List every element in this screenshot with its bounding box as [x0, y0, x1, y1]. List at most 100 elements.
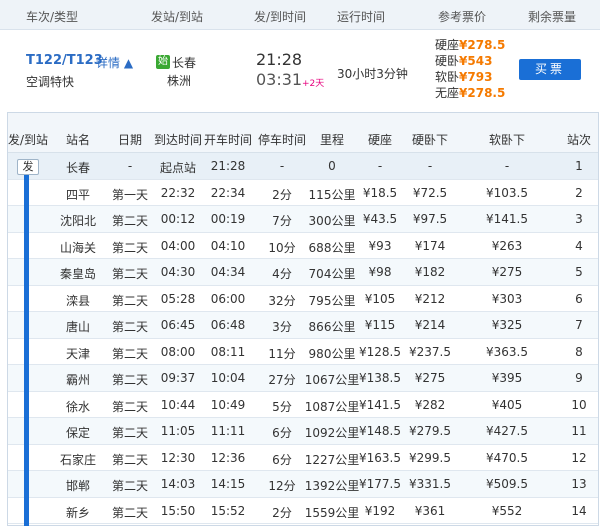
- train-detail-toggle[interactable]: 详情 ▲: [96, 54, 133, 71]
- stop-date: 第二天: [111, 214, 149, 228]
- stop-order: 11: [571, 424, 587, 438]
- stop-station: 唐山: [65, 320, 91, 334]
- header-train-type: 车次/类型: [26, 10, 79, 24]
- stop-hard-sleeper-fare: -: [427, 159, 433, 173]
- stop-station: 徐水: [65, 399, 91, 414]
- fare-label: 硬卧: [435, 54, 460, 68]
- stop-hard-seat-fare: ¥105: [364, 291, 396, 306]
- table-row: 保定 第二天 11:05 11:11 6分 1092公里 ¥148.5 ¥279.5 ¥427.…: [8, 418, 598, 445]
- table-row: 长春 - 起点站 21:28 - 0 - - - 1: [8, 153, 598, 180]
- fare-item: 硬座¥278.5: [435, 37, 505, 53]
- table-row: 秦皇岛 第二天 04:30 04:34 4分 704公里 ¥98 ¥182 ¥275 5: [8, 259, 598, 286]
- stop-hard-seat-fare: ¥141.5: [359, 397, 401, 412]
- col-distance: 里程: [319, 133, 345, 147]
- stop-hard-sleeper-fare: ¥212: [414, 291, 446, 306]
- table-row: 徐水 第二天 10:44 10:49 5分 1087公里 ¥141.5 ¥282 ¥405 10: [8, 392, 598, 418]
- stop-hard-seat-fare: ¥138.5: [359, 371, 401, 385]
- col-date: 日期: [117, 133, 143, 147]
- stop-departure-time: 22:34: [210, 185, 246, 200]
- stop-arrival-time: 10:44: [160, 397, 196, 412]
- stop-order: 10: [571, 397, 587, 412]
- stop-soft-sleeper-fare: ¥363.5: [486, 344, 528, 359]
- stop-date: 第二天: [111, 346, 149, 361]
- stop-distance: 0: [328, 159, 336, 173]
- table-row: 四平 第一天 22:32 22:34 2分 115公里 ¥18.5 ¥72.5 ¥103.5 2: [8, 180, 598, 206]
- stop-date: 第二天: [111, 505, 149, 520]
- train-number-link[interactable]: T122/T123: [26, 53, 103, 68]
- col-dep-arr: 发/到站: [7, 133, 49, 147]
- table-row: 唐山 第二天 06:45 06:48 3分 866公里 ¥115 ¥214 ¥325 7: [8, 312, 598, 339]
- stop-hard-sleeper-fare: ¥361: [414, 503, 446, 518]
- stop-order: 4: [575, 238, 583, 253]
- stop-soft-sleeper-fare: -: [504, 159, 510, 173]
- stop-hard-seat-fare: ¥93: [368, 238, 392, 253]
- from-station: 长春: [172, 56, 197, 70]
- header-fare: 参考票价: [438, 10, 487, 24]
- table-row: 新乡 第二天 15:50 15:52 2分 1559公里 ¥192 ¥361 ¥552 14: [8, 498, 598, 524]
- stop-distance: 1087公里: [304, 399, 360, 414]
- stop-departure-time: 04:10: [210, 238, 246, 253]
- stop-arrival-time: 12:30: [160, 450, 196, 465]
- header-dep-arr-time: 发/到时间: [254, 10, 307, 24]
- col-hard-seat: 硬座: [367, 133, 393, 147]
- stop-station: 保定: [65, 426, 91, 440]
- stop-soft-sleeper-fare: ¥405: [491, 397, 523, 412]
- run-duration: 30小时3分钟: [337, 67, 408, 81]
- stop-order: 5: [575, 265, 583, 279]
- stop-order: 3: [575, 212, 583, 226]
- stop-station: 邯郸: [65, 479, 91, 493]
- table-row: 山海关 第二天 04:00 04:10 10分 688公里 ¥93 ¥174 ¥263 4: [8, 233, 598, 259]
- stop-duration: 7分: [272, 214, 292, 228]
- stop-station: 石家庄: [59, 452, 97, 467]
- departure-badge: 发: [17, 159, 39, 175]
- stop-duration: 6分: [272, 426, 292, 440]
- table-row: 滦县 第二天 05:28 06:00 32分 795公里 ¥105 ¥212 ¥303 6: [8, 286, 598, 312]
- stop-duration: 11分: [268, 346, 296, 361]
- stop-date: 第二天: [111, 426, 149, 440]
- stop-departure-time: 14:15: [210, 477, 246, 491]
- stop-date: 第二天: [111, 320, 149, 334]
- stop-hard-seat-fare: -: [377, 159, 383, 173]
- table-row: 霸州 第二天 09:37 10:04 27分 1067公里 ¥138.5 ¥275 ¥395 9: [8, 365, 598, 392]
- stop-soft-sleeper-fare: ¥103.5: [486, 185, 528, 200]
- stop-distance: 1067公里: [304, 373, 360, 387]
- stop-hard-seat-fare: ¥148.5: [359, 424, 401, 438]
- stop-arrival-time: 11:05: [160, 424, 196, 438]
- stop-duration: -: [279, 159, 285, 173]
- stop-arrival-time: 06:45: [160, 318, 196, 332]
- fare-item: 无座¥278.5: [435, 85, 505, 101]
- stop-duration: 5分: [272, 399, 292, 414]
- stop-departure-time: 21:28: [210, 159, 246, 173]
- stop-hard-seat-fare: ¥177.5: [359, 477, 401, 491]
- stop-station: 霸州: [65, 373, 91, 387]
- stop-soft-sleeper-fare: ¥325: [491, 318, 523, 332]
- stop-soft-sleeper-fare: ¥470.5: [486, 450, 528, 465]
- stop-departure-time: 04:34: [210, 265, 246, 279]
- buy-ticket-button[interactable]: 买票: [519, 59, 581, 80]
- stop-duration: 4分: [272, 267, 292, 281]
- route-line: [24, 168, 29, 526]
- fare-price: ¥278.5: [459, 38, 506, 52]
- stop-date: 第二天: [111, 479, 149, 493]
- stop-arrival-time: 14:03: [160, 477, 196, 491]
- stop-departure-time: 10:49: [210, 397, 246, 412]
- stop-soft-sleeper-fare: ¥303: [491, 291, 523, 306]
- stop-distance: 1392公里: [304, 479, 360, 493]
- stop-arrival-time: 15:50: [160, 503, 196, 518]
- stop-hard-sleeper-fare: ¥214: [414, 318, 446, 332]
- stop-distance: 300公里: [308, 214, 356, 228]
- stop-soft-sleeper-fare: ¥427.5: [486, 424, 528, 438]
- stop-hard-seat-fare: ¥163.5: [359, 450, 401, 465]
- table-row: 邯郸 第二天 14:03 14:15 12分 1392公里 ¥177.5 ¥331.5 ¥509…: [8, 471, 598, 498]
- stop-date: 第二天: [111, 373, 149, 387]
- stop-order: 6: [575, 291, 583, 306]
- stop-hard-sleeper-fare: ¥97.5: [412, 212, 448, 226]
- header-run-time: 运行时间: [337, 10, 386, 24]
- header-remaining: 剩余票量: [528, 10, 577, 24]
- stop-hard-seat-fare: ¥18.5: [362, 185, 398, 200]
- stop-order: 1: [575, 159, 583, 173]
- stop-hard-sleeper-fare: ¥279.5: [409, 424, 451, 438]
- fare-label: 硬座: [435, 38, 460, 52]
- stop-date: 第二天: [111, 267, 149, 281]
- stop-order: 14: [571, 503, 587, 518]
